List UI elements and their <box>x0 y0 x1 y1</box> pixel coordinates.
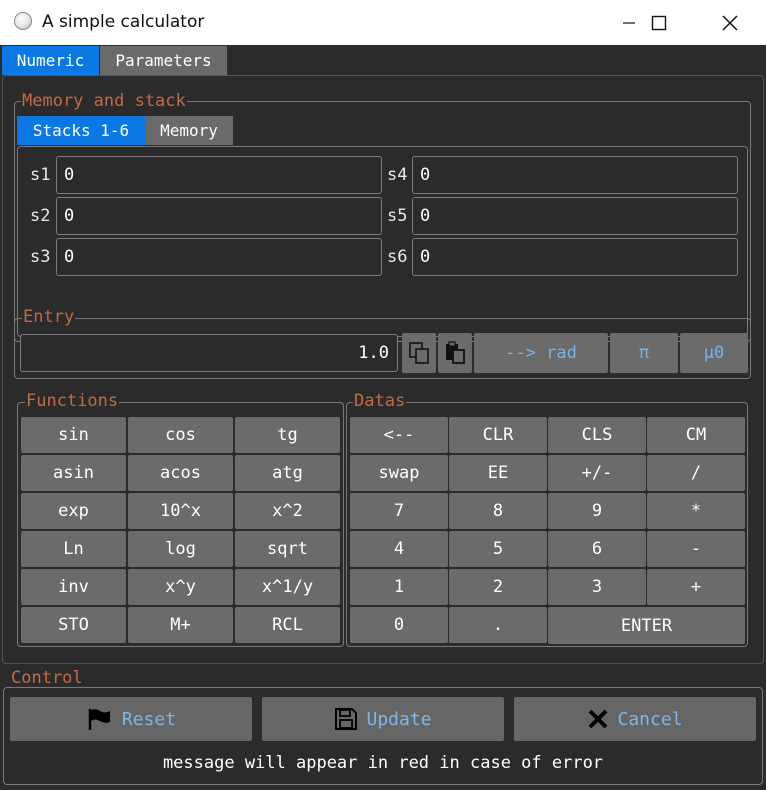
maximize-icon <box>651 15 667 30</box>
app-icon <box>14 12 32 30</box>
window-title: A simple calculator <box>42 12 205 32</box>
update-button[interactable]: Update <box>262 697 504 741</box>
control-title: Control <box>10 668 84 688</box>
status-message: message will appear in red in case of er… <box>162 753 604 773</box>
x-icon <box>589 709 608 729</box>
reset-label: Reset <box>121 708 177 730</box>
cancel-label: Cancel <box>617 708 683 730</box>
close-icon <box>722 14 738 31</box>
flag-icon <box>88 709 110 730</box>
cancel-button[interactable]: Cancel <box>514 697 756 741</box>
main-content: Numeric Parameters Memory and stack Stac… <box>0 45 766 790</box>
reset-button[interactable]: Reset <box>10 697 252 741</box>
update-label: Update <box>366 708 432 730</box>
title-bar: A simple calculator <box>0 0 766 46</box>
close-button[interactable] <box>700 0 760 45</box>
save-icon <box>335 708 358 730</box>
maximize-button[interactable] <box>629 0 689 45</box>
tab-parameters[interactable]: Parameters <box>100 46 227 75</box>
numeric-panel <box>2 75 764 664</box>
tab-numeric[interactable]: Numeric <box>2 46 99 75</box>
